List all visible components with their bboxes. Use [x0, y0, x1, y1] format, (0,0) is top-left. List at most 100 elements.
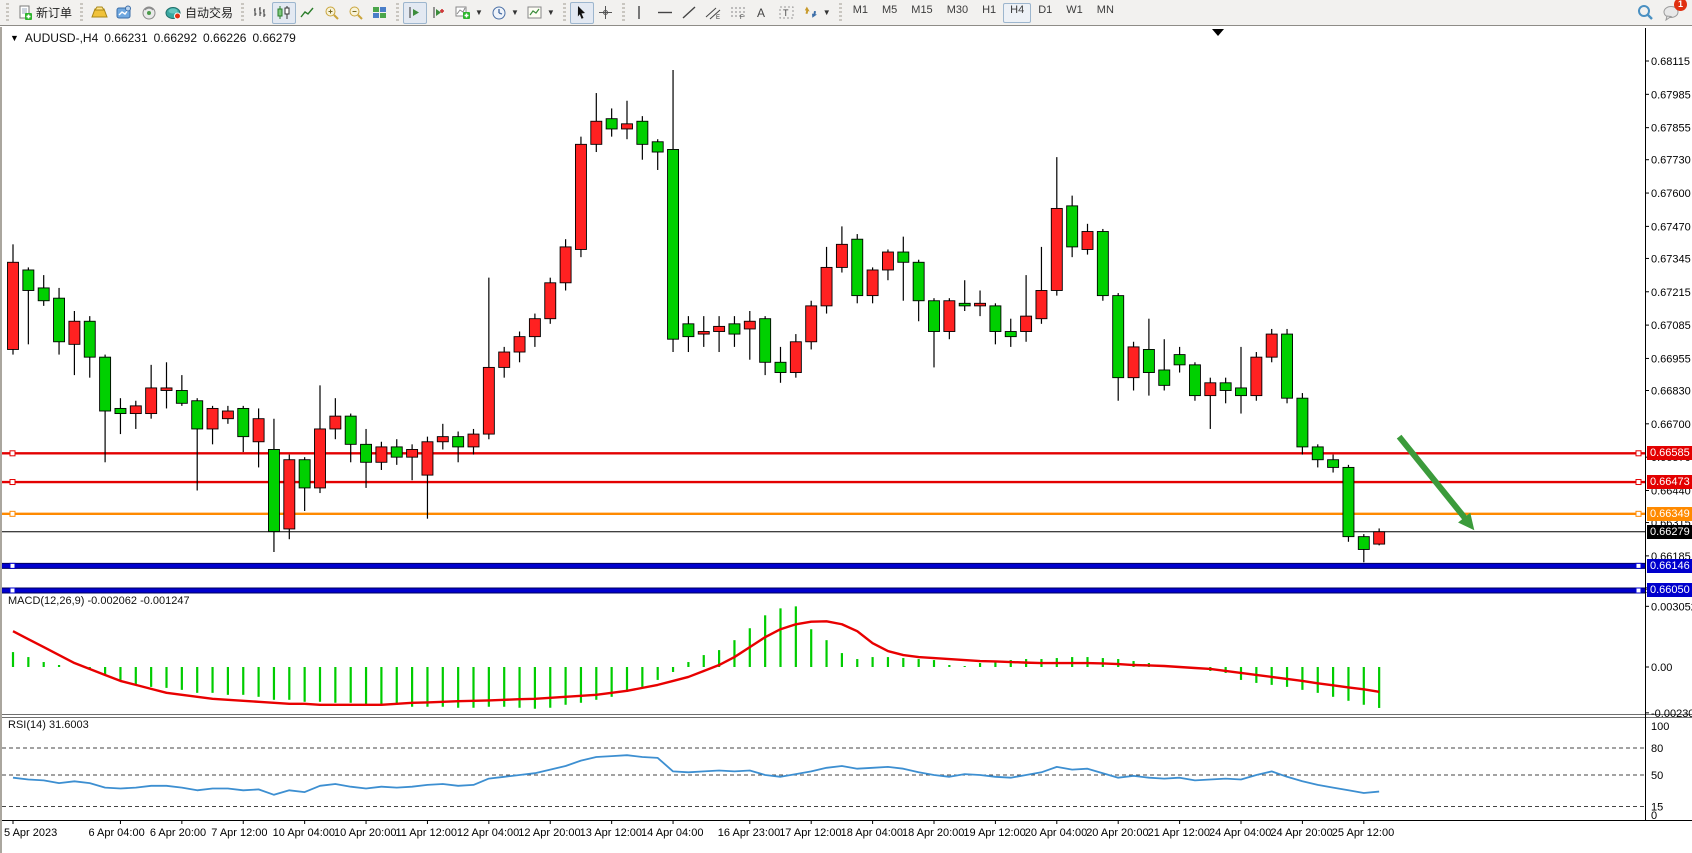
indicators-dropdown-caret[interactable]: ▼: [475, 8, 483, 17]
periods-button[interactable]: ▼: [487, 2, 523, 24]
candle[interactable]: [1159, 370, 1170, 385]
timeframe-w1[interactable]: W1: [1059, 3, 1090, 23]
candle[interactable]: [1358, 537, 1369, 550]
timeframe-m15[interactable]: M15: [904, 3, 939, 23]
candle[interactable]: [1297, 398, 1308, 447]
templates-dropdown-caret[interactable]: ▼: [547, 8, 555, 17]
candle[interactable]: [468, 434, 479, 447]
hline-0.66473[interactable]: [0, 480, 1645, 485]
new-order-button[interactable]: 新订单: [13, 2, 76, 24]
fibonacci-tool[interactable]: F: [726, 2, 751, 24]
timeframe-m30[interactable]: M30: [940, 3, 975, 23]
zoom-out-button[interactable]: [344, 2, 368, 24]
candle[interactable]: [299, 460, 310, 488]
candle[interactable]: [514, 337, 525, 352]
candle[interactable]: [345, 416, 356, 444]
horizontal-line-tool[interactable]: [653, 2, 677, 24]
candlestick-series[interactable]: [8, 70, 1385, 562]
candle[interactable]: [1113, 296, 1124, 378]
zoom-in-button[interactable]: [320, 2, 344, 24]
search-button[interactable]: [1633, 2, 1658, 24]
candle[interactable]: [1251, 357, 1262, 395]
candle[interactable]: [1312, 447, 1323, 460]
chart-window[interactable]: 0.681150.679850.678550.677300.676000.674…: [0, 27, 1692, 853]
candle[interactable]: [882, 252, 893, 270]
candle[interactable]: [929, 301, 940, 332]
candle[interactable]: [499, 352, 510, 367]
candle[interactable]: [591, 121, 602, 144]
rsi-axis[interactable]: 1008050150: [1651, 721, 1669, 822]
candle[interactable]: [361, 444, 372, 462]
candle[interactable]: [1005, 332, 1016, 337]
candle[interactable]: [54, 298, 65, 342]
candle[interactable]: [192, 401, 203, 429]
line-handle[interactable]: [10, 588, 15, 593]
line-handle[interactable]: [1636, 511, 1641, 516]
candle[interactable]: [207, 408, 218, 429]
candle[interactable]: [683, 324, 694, 337]
line-handle[interactable]: [1636, 588, 1641, 593]
timeframe-h1[interactable]: H1: [975, 3, 1003, 23]
hline-0.66050[interactable]: [0, 588, 1645, 593]
crosshair-button[interactable]: [594, 2, 618, 24]
chart-line-button[interactable]: [296, 2, 320, 24]
candle[interactable]: [253, 419, 264, 442]
chart-shift-button[interactable]: [427, 2, 451, 24]
line-handle[interactable]: [1636, 480, 1641, 485]
candle[interactable]: [130, 406, 141, 414]
candle[interactable]: [376, 447, 387, 462]
candle[interactable]: [668, 149, 679, 339]
candle[interactable]: [1082, 232, 1093, 250]
candle[interactable]: [975, 303, 986, 306]
line-handle[interactable]: [10, 480, 15, 485]
candle[interactable]: [959, 303, 970, 306]
candle[interactable]: [176, 390, 187, 403]
candle[interactable]: [1343, 467, 1354, 536]
notifications-button[interactable]: 1: [1658, 2, 1684, 24]
arrows-tool[interactable]: ▼: [799, 2, 835, 24]
text-label-tool[interactable]: T: [775, 2, 799, 24]
candle[interactable]: [744, 321, 755, 329]
candle[interactable]: [161, 388, 172, 391]
line-handle[interactable]: [10, 511, 15, 516]
candle[interactable]: [1374, 532, 1385, 544]
candle[interactable]: [560, 247, 571, 283]
market-depth-button[interactable]: [112, 2, 137, 24]
candle[interactable]: [1328, 460, 1339, 468]
candle[interactable]: [990, 306, 1001, 332]
candle[interactable]: [545, 283, 556, 319]
candle[interactable]: [268, 449, 279, 531]
timeframe-h4[interactable]: H4: [1003, 3, 1031, 23]
candle[interactable]: [84, 321, 95, 357]
timeframe-mn[interactable]: MN: [1090, 3, 1121, 23]
candle[interactable]: [1220, 383, 1231, 391]
candle[interactable]: [1282, 334, 1293, 398]
candle[interactable]: [575, 144, 586, 249]
line-handle[interactable]: [1636, 451, 1641, 456]
candle[interactable]: [760, 319, 771, 363]
timeframe-m1[interactable]: M1: [846, 3, 875, 23]
candle[interactable]: [852, 239, 863, 295]
line-handle[interactable]: [1636, 563, 1641, 568]
candle[interactable]: [1097, 232, 1108, 296]
templates-button[interactable]: ▼: [523, 2, 559, 24]
candle[interactable]: [1205, 383, 1216, 396]
periods-dropdown-caret[interactable]: ▼: [511, 8, 519, 17]
hline-0.66349[interactable]: [0, 511, 1645, 516]
hline-0.66585[interactable]: [0, 451, 1645, 456]
macd-axis[interactable]: 0.0030520.00-0.002306: [1645, 601, 1692, 720]
trendline-tool[interactable]: [677, 2, 701, 24]
candle[interactable]: [698, 332, 709, 335]
vertical-line-tool[interactable]: [629, 2, 653, 24]
candle[interactable]: [637, 121, 648, 144]
time-axis[interactable]: 5 Apr 20236 Apr 04:006 Apr 20:007 Apr 12…: [4, 820, 1394, 839]
timeframe-d1[interactable]: D1: [1031, 3, 1059, 23]
signals-button[interactable]: [137, 2, 161, 24]
trend-arrow-annotation[interactable]: [1399, 437, 1474, 531]
candle[interactable]: [38, 288, 49, 301]
candle[interactable]: [1143, 349, 1154, 372]
candle[interactable]: [529, 319, 540, 337]
candle[interactable]: [606, 119, 617, 129]
chart-bars-button[interactable]: [248, 2, 272, 24]
line-handle[interactable]: [10, 563, 15, 568]
